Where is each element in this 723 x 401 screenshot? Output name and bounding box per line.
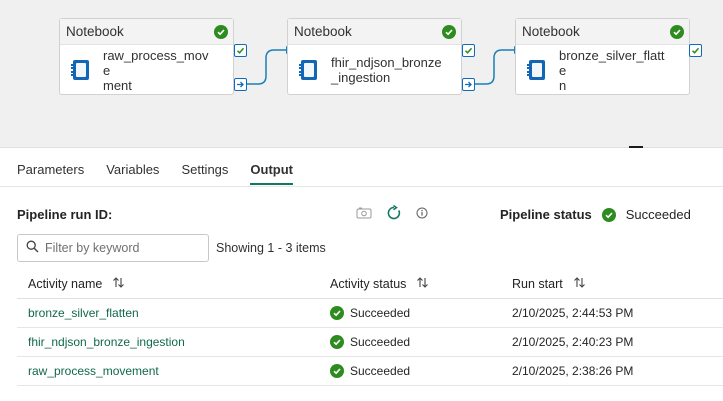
filter-box [17,234,209,262]
panel-resize-handle[interactable] [629,146,643,148]
tabs-divider [0,186,723,187]
filter-input[interactable] [45,241,205,255]
connector-1-2 [247,49,286,85]
success-check-icon [330,335,344,349]
activity-name: fhir_ndjson_bronze _ingestion [331,55,442,85]
run-start: 2/10/2025, 2:44:53 PM [512,306,634,320]
notebook-icon [299,60,317,80]
arrow-right-icon [465,81,472,88]
view-run-icon[interactable] [356,207,372,222]
pipeline-canvas[interactable]: Notebook raw_process_move ment Notebook f… [0,0,723,148]
activity-type-label: Notebook [522,24,580,39]
on-completion-port[interactable] [234,78,247,91]
check-icon [691,47,700,54]
activity-type-label: Notebook [66,24,124,39]
run-start: 2/10/2025, 2:38:26 PM [512,364,634,378]
connector-2-3 [475,49,514,85]
pipeline-status: Pipeline status Succeeded [500,207,691,222]
table-header: Activity name Activity status Run start [17,269,723,299]
activity-status: Succeeded [350,335,411,349]
check-icon [236,47,245,54]
check-icon [464,47,473,54]
activity-status: Succeeded [350,364,411,378]
refresh-icon[interactable] [386,204,402,224]
column-activity-name[interactable]: Activity name [17,276,319,292]
column-run-start[interactable]: Run start [500,276,700,292]
pipeline-status-label: Pipeline status [500,207,592,222]
sort-icon[interactable] [416,276,429,292]
properties-tabs: Parameters Variables Settings Output [17,162,294,185]
arrow-right-icon [237,81,244,88]
search-icon [26,240,39,256]
success-check-icon [330,364,344,378]
activity-type-label: Notebook [294,24,352,39]
activity-raw-process-movement[interactable]: Notebook raw_process_move ment [59,18,234,95]
activity-status: Succeeded [350,306,411,320]
activity-bronze-silver-flatten[interactable]: Notebook bronze_silver_flatte n [515,18,690,95]
sort-icon[interactable] [112,276,125,292]
tab-parameters[interactable]: Parameters [17,162,84,185]
items-count: Showing 1 - 3 items [216,241,326,255]
info-icon[interactable] [416,207,428,222]
table-row[interactable]: fhir_ndjson_bronze_ingestion Succeeded 2… [17,328,723,357]
activity-runs-table: Activity name Activity status Run start … [17,269,723,386]
success-check-icon [214,25,228,39]
on-success-port[interactable] [689,44,702,57]
on-success-port[interactable] [462,44,475,57]
table-row[interactable]: raw_process_movement Succeeded 2/10/2025… [17,357,723,386]
success-check-icon [601,207,616,222]
activity-name: bronze_silver_flatte n [559,47,665,93]
pipeline-run-id-label: Pipeline run ID: [17,207,113,222]
column-activity-status[interactable]: Activity status [319,276,500,292]
activity-name-link[interactable]: bronze_silver_flatten [28,306,139,320]
activity-name-link[interactable]: raw_process_movement [28,364,159,378]
notebook-icon [527,60,545,80]
pipeline-status-value: Succeeded [625,207,691,222]
success-check-icon [670,25,684,39]
output-toolbar [356,204,428,224]
success-check-icon [442,25,456,39]
sort-icon[interactable] [573,276,586,292]
success-check-icon [330,306,344,320]
notebook-icon [71,60,89,80]
on-completion-port[interactable] [462,78,475,91]
activity-name: raw_process_move ment [103,47,209,93]
run-start: 2/10/2025, 2:40:23 PM [512,335,634,349]
on-success-port[interactable] [234,44,247,57]
tab-output[interactable]: Output [250,162,294,185]
tab-settings[interactable]: Settings [181,162,228,185]
activity-name-link[interactable]: fhir_ndjson_bronze_ingestion [28,335,185,349]
tab-variables[interactable]: Variables [106,162,159,185]
activity-fhir-ndjson-bronze-ingestion[interactable]: Notebook fhir_ndjson_bronze _ingestion [287,18,462,95]
table-row[interactable]: bronze_silver_flatten Succeeded 2/10/202… [17,299,723,328]
